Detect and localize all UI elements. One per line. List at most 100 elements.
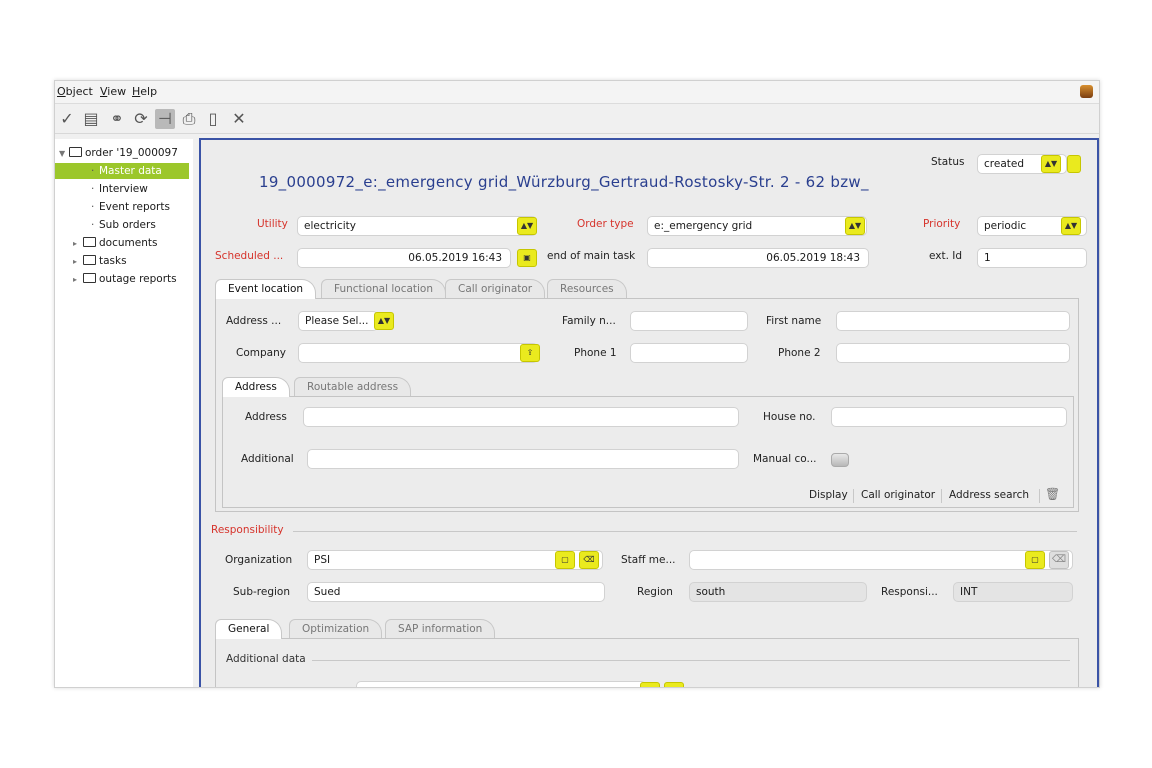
call-originator-link[interactable]: Call originator <box>861 489 935 501</box>
address-label: Address <box>245 411 287 423</box>
status-extra-button[interactable] <box>1067 155 1081 173</box>
tab-sap-information[interactable]: SAP information <box>385 619 496 639</box>
status-dropdown-icon[interactable]: ▲▼ <box>1041 155 1061 173</box>
sub-region-field[interactable]: Sued <box>307 582 605 602</box>
tab-routable-address[interactable]: Routable address <box>294 377 412 397</box>
delete-icon[interactable]: 🗑 <box>1045 487 1060 501</box>
tab-call-originator[interactable]: Call originator <box>445 279 546 299</box>
region-value: south <box>696 586 726 598</box>
house-no-field[interactable] <box>831 407 1067 427</box>
tree-folder-outage-reports[interactable]: ▸ outage reports <box>73 271 177 287</box>
tree-folder-label: outage reports <box>99 273 177 285</box>
refresh-icon[interactable]: ⟳ <box>131 109 151 129</box>
phone1-field[interactable] <box>630 343 748 363</box>
organization-delete-icon[interactable]: ⌫ <box>579 551 599 569</box>
order-type-dropdown-icon[interactable]: ▲▼ <box>845 217 865 235</box>
manual-coordinates-toggle[interactable] <box>831 453 849 467</box>
print-icon[interactable]: ⎙ <box>179 109 199 129</box>
tree-root[interactable]: ▼ order '19_000097 <box>59 145 178 161</box>
tab-address[interactable]: Address <box>222 377 290 397</box>
company-field[interactable] <box>298 343 538 363</box>
split-icon[interactable]: ⊣ <box>155 109 175 129</box>
general-extra-button[interactable] <box>664 682 684 687</box>
additional-field[interactable] <box>307 449 739 469</box>
address-select[interactable]: Please Sel... <box>298 311 378 331</box>
chevron-right-icon[interactable]: ▸ <box>73 254 83 270</box>
tab-general[interactable]: General <box>215 619 283 639</box>
tree-item-master-data[interactable]: · Master data <box>55 163 189 179</box>
address-panel: Address House no. Additional Manual co..… <box>222 396 1074 508</box>
tree-item-interview[interactable]: · Interview <box>91 181 148 197</box>
address-field[interactable] <box>303 407 739 427</box>
bullet-icon: · <box>91 183 95 195</box>
calendar-icon[interactable]: ▣ <box>517 249 537 267</box>
phone2-field[interactable] <box>836 343 1070 363</box>
order-title: 19_0000972_e:_emergency grid_Würzburg_Ge… <box>259 173 869 191</box>
menu-view[interactable]: View <box>100 85 126 98</box>
tree-folder-tasks[interactable]: ▸ tasks <box>73 253 127 269</box>
priority-label: Priority <box>923 218 961 230</box>
order-type-select[interactable]: e:_emergency grid <box>647 216 867 236</box>
display-link[interactable]: Display <box>809 489 848 501</box>
check-icon[interactable]: ✓ <box>57 109 77 129</box>
tree-item-label: Sub orders <box>99 219 156 231</box>
scheduled-value: 06.05.2019 16:43 <box>408 252 502 264</box>
general-field[interactable] <box>356 681 646 687</box>
folder-icon <box>69 147 82 157</box>
chevron-down-icon[interactable]: ▼ <box>59 146 69 162</box>
company-upload-icon[interactable]: ⇪ <box>520 344 540 362</box>
staff-delete-icon[interactable]: ⌫ <box>1049 551 1069 569</box>
scheduled-field[interactable]: 06.05.2019 16:43 <box>297 248 511 268</box>
organization-open-icon[interactable]: ▢ <box>555 551 575 569</box>
utility-dropdown-icon[interactable]: ▲▼ <box>517 217 537 235</box>
family-name-field[interactable] <box>630 311 748 331</box>
priority-value: periodic <box>984 220 1027 232</box>
responsible-field: INT <box>953 582 1073 602</box>
menu-object[interactable]: Object <box>57 85 93 98</box>
app-logo-icon <box>1080 85 1093 98</box>
tab-optimization[interactable]: Optimization <box>289 619 383 639</box>
menu-help[interactable]: Help <box>132 85 157 98</box>
status-label: Status <box>931 156 965 168</box>
tree-item-sub-orders[interactable]: · Sub orders <box>91 217 156 233</box>
order-type-label: Order type <box>577 218 634 230</box>
end-main-task-field[interactable]: 06.05.2019 18:43 <box>647 248 869 268</box>
scheduled-label: Scheduled ... <box>215 250 284 262</box>
responsibility-section-title: Responsibility <box>211 524 284 536</box>
link-icon[interactable]: ⚭ <box>107 109 127 129</box>
folder-icon <box>83 255 96 265</box>
link-separator <box>1039 489 1040 503</box>
tree-folder-documents[interactable]: ▸ documents <box>73 235 157 251</box>
address-search-link[interactable]: Address search <box>949 489 1029 501</box>
address-dropdown-icon[interactable]: ▲▼ <box>374 312 394 330</box>
additional-data-title: Additional data <box>226 653 306 665</box>
document-icon[interactable]: ▯ <box>203 109 223 129</box>
folder-icon <box>83 273 96 283</box>
chevron-right-icon[interactable]: ▸ <box>73 272 83 288</box>
staff-member-field[interactable] <box>689 550 1073 570</box>
close-icon[interactable]: ✕ <box>229 109 249 129</box>
first-name-field[interactable] <box>836 311 1070 331</box>
sub-region-label: Sub-region <box>233 586 290 598</box>
tab-functional-location[interactable]: Functional location <box>321 279 447 299</box>
tab-resources[interactable]: Resources <box>547 279 627 299</box>
bullet-icon: · <box>91 165 95 177</box>
tree-item-event-reports[interactable]: · Event reports <box>91 199 170 215</box>
toolbar: ✓ ▤ ⚭ ⟳ ⊣ ⎙ ▯ ✕ <box>55 107 1099 131</box>
staff-open-icon[interactable]: ▢ <box>1025 551 1045 569</box>
tree-folder-label: tasks <box>99 255 127 267</box>
save-icon[interactable]: ▤ <box>81 109 101 129</box>
responsible-value: INT <box>960 586 978 598</box>
utility-select[interactable]: electricity <box>297 216 537 236</box>
region-label: Region <box>637 586 673 598</box>
priority-dropdown-icon[interactable]: ▲▼ <box>1061 217 1081 235</box>
general-dropdown-icon[interactable]: ▲▼ <box>640 682 660 687</box>
tree-item-label: Master data <box>99 165 162 177</box>
link-separator <box>853 489 854 503</box>
chevron-right-icon[interactable]: ▸ <box>73 236 83 252</box>
order-type-value: e:_emergency grid <box>654 220 753 232</box>
ext-id-field[interactable]: 1 <box>977 248 1087 268</box>
company-label: Company <box>236 347 286 359</box>
tab-event-location[interactable]: Event location <box>215 279 317 299</box>
application-window: Object View Help ✓ ▤ ⚭ ⟳ ⊣ ⎙ ▯ ✕ ▼ order … <box>54 80 1100 688</box>
